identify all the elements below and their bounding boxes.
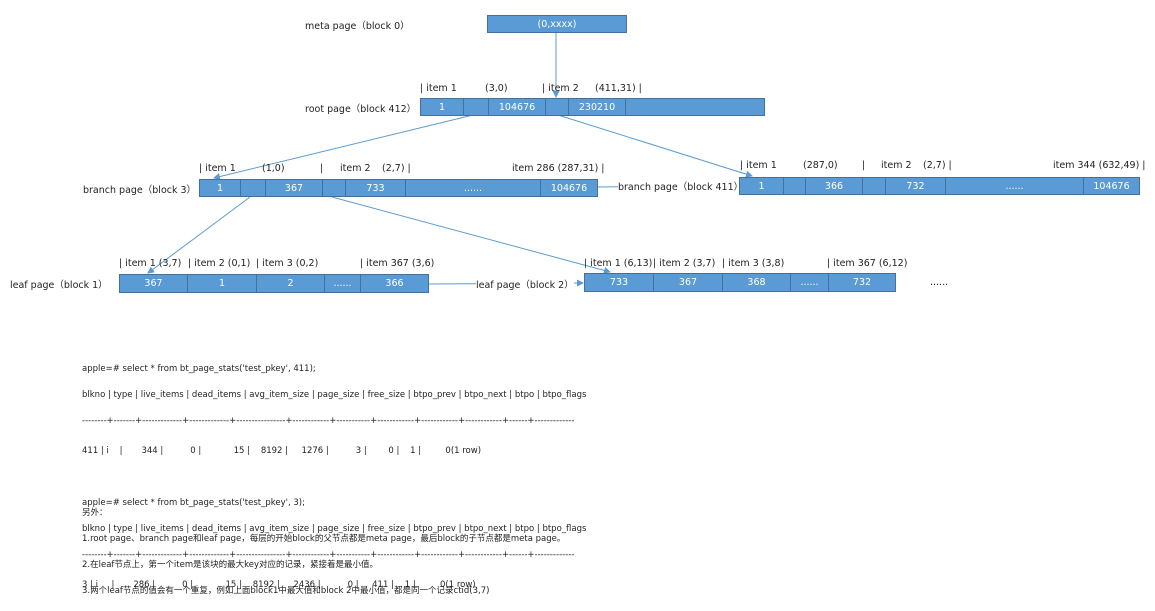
b3-cell xyxy=(241,180,266,196)
leaf2-header-3: | item 3 (3,8) xyxy=(722,258,785,269)
leaf2-cell: 367 xyxy=(654,274,723,291)
branch411-label: branch page（block 411） xyxy=(618,179,744,193)
leaf1-header-4: | item 367 (3,6) xyxy=(360,258,435,269)
b3-cell: 367 xyxy=(266,180,323,196)
note-line: 3.两个leaf节点的值会有一个重复，例如上面block1中最大值和block … xyxy=(82,586,490,596)
note-line: 2.在leaf节点上，第一个item是该块的最大key对应的记录，紧接着是最小值… xyxy=(82,560,378,570)
root-header-3: | item 2 xyxy=(542,83,579,94)
b411-header-1: | item 1 xyxy=(740,160,777,171)
b411-header-2: (287,0) xyxy=(803,160,838,171)
meta-page-label: meta page（block 0） xyxy=(305,21,410,32)
root-cell: 1 xyxy=(421,99,464,115)
leaf1-header-3: | item 3 (0,2) xyxy=(256,258,319,269)
b411-cell: 732 xyxy=(886,178,946,194)
note-line: 1.root page、branch page和leaf page，每层的开始b… xyxy=(82,534,566,544)
b3-cell: 1 xyxy=(200,180,241,196)
meta-cell: (0,xxxx) xyxy=(537,18,577,30)
b3-header-6: item 286 (287,31) | xyxy=(512,163,605,174)
b3-cell: ...... xyxy=(406,180,541,196)
branch3-label: branch page（block 3） xyxy=(83,185,197,196)
b411-cell: 366 xyxy=(806,178,863,194)
branch411-bar: 1 366 732 ...... 104676 xyxy=(739,177,1140,195)
root-page-label: root page（block 412） xyxy=(305,104,417,115)
sql-line: blkno | type | live_items | dead_items |… xyxy=(82,390,587,400)
root-cell: 104676 xyxy=(489,99,546,115)
b3-header-5: (2,7) | xyxy=(382,163,411,174)
b3-header-3: | xyxy=(320,163,324,174)
leaf2-header-4: | item 367 (6,12) xyxy=(827,258,908,269)
branch3-bar: 1 367 733 ...... 104676 xyxy=(199,179,598,197)
root-header-2: (3,0) xyxy=(485,83,508,94)
meta-page-bar: (0,xxxx) xyxy=(487,15,627,33)
b3-header-2: (1,0) xyxy=(262,163,285,174)
sql-line: 411 | i | 344 | 0 | 15 | 8192 | 1276 | 3… xyxy=(82,446,482,456)
leaf2-cell: 733 xyxy=(585,274,654,291)
b3-cell xyxy=(323,180,346,196)
root-cell: 230210 xyxy=(569,99,626,115)
root-cell xyxy=(626,99,764,115)
note-line: 另外： xyxy=(82,508,108,518)
leaf1-cell: 2 xyxy=(257,275,325,292)
root-page-bar: 1 104676 230210 xyxy=(420,98,765,116)
b3-cell: 104676 xyxy=(550,182,588,194)
leaf2-header-1: | item 1 (6,13) xyxy=(584,258,653,269)
b3-cell: 733 xyxy=(346,180,406,196)
leaf2-bar: 733 367 368 ...... 732 xyxy=(584,273,896,292)
b411-header-4: item 2 xyxy=(881,160,912,171)
b411-cell: 104676 xyxy=(1093,180,1130,192)
root-cell xyxy=(464,99,489,115)
sql-line: apple=# select * from bt_page_stats('tes… xyxy=(82,364,316,374)
leaf1-bar: 367 1 2 ...... 366 xyxy=(119,274,429,293)
leaf1-cell: 1 xyxy=(188,275,257,292)
leaf1-header-2: | item 2 (0,1) xyxy=(188,258,251,269)
sql-line: --------+-------+-------------+---------… xyxy=(82,416,575,426)
leaf2-cell: ...... xyxy=(791,274,829,291)
b411-cell: ...... xyxy=(946,178,1084,194)
leaf1-header-1: | item 1 (3,7) xyxy=(119,258,182,269)
leaf2-cell: 732 xyxy=(852,277,872,288)
leaf2-label: leaf page（block 2） xyxy=(476,277,574,291)
b411-header-5: (2,7) | xyxy=(923,160,952,171)
b3-header-1: | item 1 xyxy=(199,163,236,174)
b411-header-6: item 344 (632,49) | xyxy=(1053,160,1146,171)
root-cell xyxy=(546,99,569,115)
leaf1-cell: ...... xyxy=(325,275,361,292)
b411-cell xyxy=(784,178,806,194)
root-header-4: (411,31) | xyxy=(595,83,642,94)
leaf1-label: leaf page（block 1） xyxy=(10,280,108,291)
b411-cell xyxy=(863,178,886,194)
leaf1-cell: 367 xyxy=(120,275,188,292)
b411-header-3: | xyxy=(862,160,866,171)
root-header-1: | item 1 xyxy=(420,83,457,94)
b411-cell: 1 xyxy=(740,178,784,194)
sql-line xyxy=(82,471,586,484)
notes: 另外： 1.root page、branch page和leaf page，每层… xyxy=(82,494,565,611)
leaf1-cell: 366 xyxy=(385,278,404,289)
b3-header-4: item 2 xyxy=(340,163,371,174)
leaf2-header-2: | item 2 (3,7) xyxy=(653,258,716,269)
leaf-more-ellipsis: ...... xyxy=(930,277,949,288)
leaf2-cell: 368 xyxy=(723,274,791,291)
